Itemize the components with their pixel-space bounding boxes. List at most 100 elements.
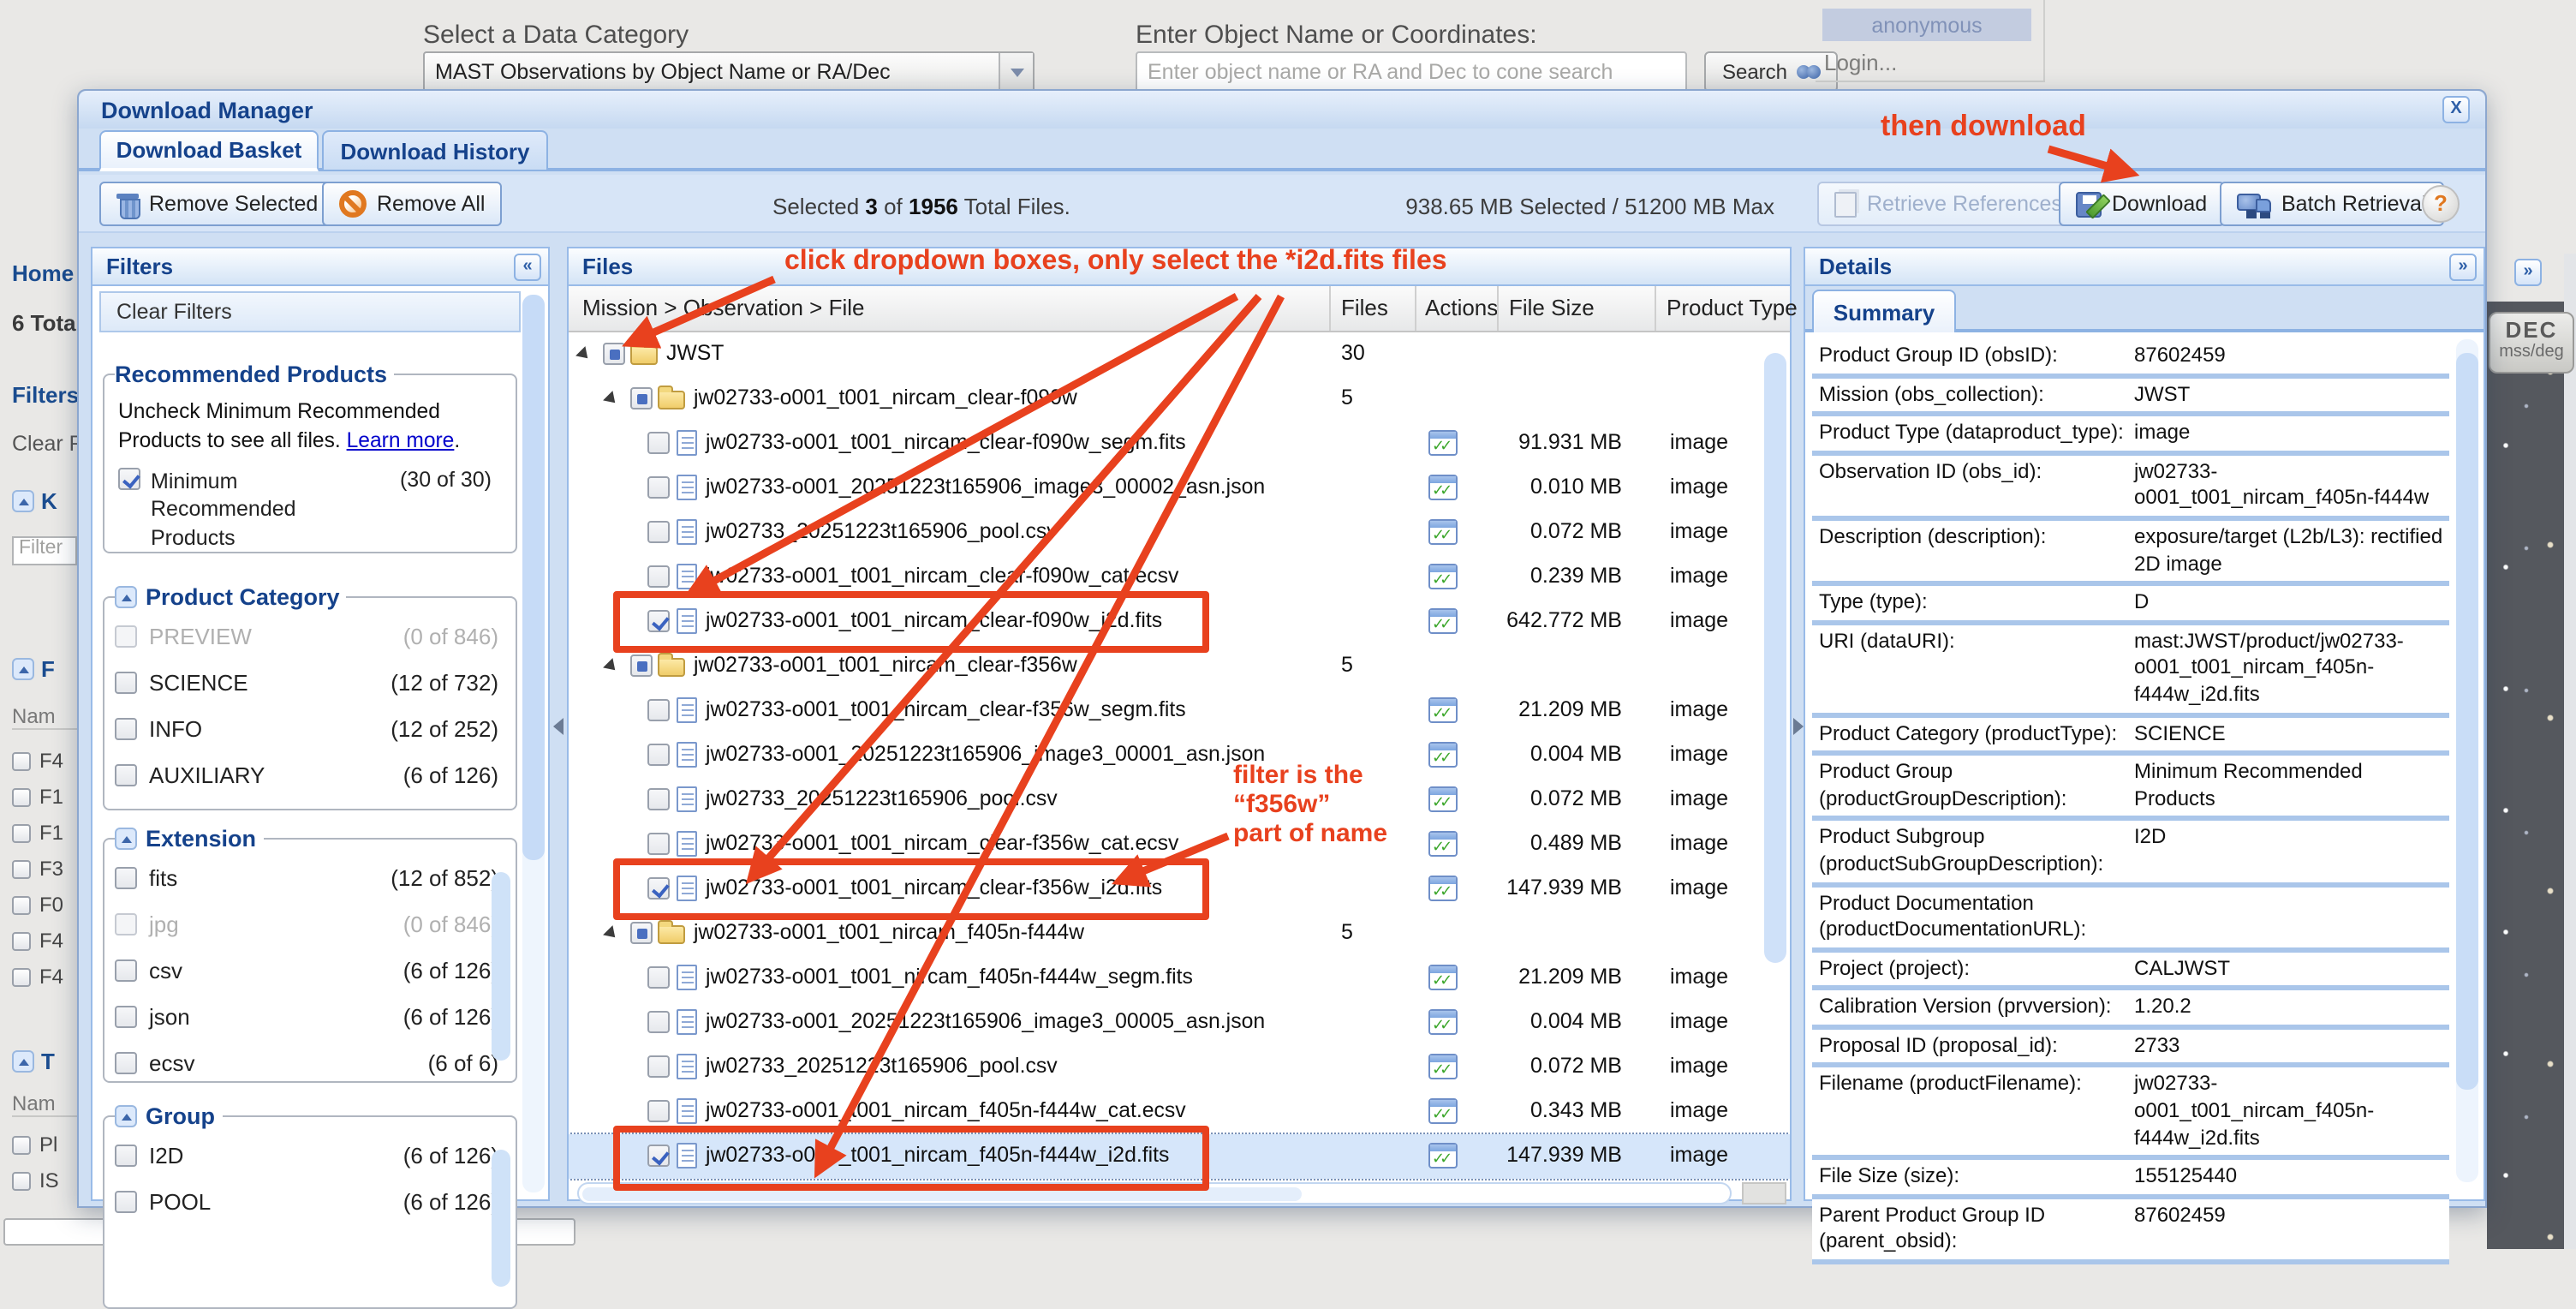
file-checkbox[interactable] — [647, 521, 670, 543]
file-row[interactable]: jw02733_20251223t165906_pool.csv0.072 MB… — [569, 778, 1790, 822]
remove-selected-button[interactable]: Remove Selected — [99, 182, 335, 226]
file-checkbox[interactable] — [647, 788, 670, 810]
collapse-toggle-icon[interactable] — [12, 490, 34, 512]
collapse-toggle-icon[interactable] — [12, 658, 34, 680]
file-checkbox[interactable] — [647, 476, 670, 499]
filter-item-json[interactable]: json(6 of 126) — [115, 994, 505, 1040]
file-checkbox[interactable] — [647, 432, 670, 454]
tab-download-basket[interactable]: Download Basket — [99, 130, 319, 171]
tree-group-row[interactable]: jw02733-o001_t001_nircam_clear-f090w5 — [569, 377, 1790, 421]
file-checkbox[interactable] — [647, 1055, 670, 1078]
clear-filters-button[interactable]: Clear Filters — [99, 291, 521, 332]
files-vertical-scrollbar[interactable] — [1764, 353, 1786, 963]
tri-state-checkbox[interactable] — [603, 343, 625, 365]
filter-item-jpg[interactable]: jpg(0 of 846) — [115, 901, 505, 947]
tri-state-checkbox[interactable] — [630, 922, 653, 944]
splitter-files-details[interactable] — [1792, 247, 1804, 1201]
background-item[interactable]: Home — [12, 260, 74, 286]
background-item[interactable]: F4 — [12, 929, 63, 953]
checkbox[interactable] — [12, 1135, 31, 1154]
file-row[interactable]: jw02733-o001_t001_nircam_clear-f090w_seg… — [569, 421, 1790, 466]
background-item[interactable]: F4 — [12, 965, 63, 989]
filter-item-i2d[interactable]: I2D(6 of 126) — [115, 1133, 505, 1179]
column-file-size[interactable]: File Size — [1509, 295, 1595, 320]
page-scrollbar[interactable] — [2564, 254, 2576, 1249]
file-checkbox[interactable] — [647, 565, 670, 588]
fieldset-scrollbar[interactable] — [492, 1150, 510, 1287]
checkbox[interactable] — [12, 931, 31, 950]
filter-item-preview[interactable]: PREVIEW(0 of 846) — [115, 613, 505, 660]
collapse-toggle-icon[interactable] — [115, 586, 137, 608]
collapse-right-icon[interactable]: » — [2449, 254, 2477, 281]
file-checkbox[interactable] — [647, 833, 670, 855]
collapse-toggle-icon[interactable] — [115, 828, 137, 850]
tri-state-checkbox[interactable] — [630, 654, 653, 677]
checkbox[interactable] — [12, 751, 31, 770]
collapse-toggle-icon[interactable] — [115, 1105, 137, 1127]
file-row[interactable]: jw02733-o001_t001_nircam_clear-f356w_seg… — [569, 689, 1790, 733]
remove-all-button[interactable]: Remove All — [322, 182, 502, 226]
checkbox[interactable] — [12, 787, 31, 806]
expand-arrow-icon[interactable] — [575, 346, 593, 363]
file-row[interactable]: jw02733-o001_20251223t165906_image3_0000… — [569, 466, 1790, 511]
dec-units-button[interactable]: DEC mss/deg — [2489, 312, 2574, 374]
expand-arrow-icon[interactable] — [603, 925, 620, 942]
column-files[interactable]: Files — [1341, 295, 1388, 320]
fieldset-scrollbar[interactable] — [492, 872, 510, 1061]
filter-item-auxiliary[interactable]: AUXILIARY(6 of 126) — [115, 752, 505, 798]
file-checkbox[interactable] — [647, 744, 670, 766]
filter-item-pool[interactable]: POOL(6 of 126) — [115, 1179, 505, 1225]
filters-scrollbar[interactable] — [522, 295, 545, 1192]
filter-item-ecsv[interactable]: ecsv(6 of 6) — [115, 1040, 505, 1083]
checkbox[interactable] — [115, 764, 137, 786]
background-item[interactable]: F1 — [12, 785, 63, 809]
tab-download-history[interactable]: Download History — [322, 130, 548, 171]
background-item[interactable]: IS — [12, 1169, 59, 1192]
checkbox[interactable] — [115, 1006, 137, 1028]
checkbox[interactable] — [115, 959, 137, 982]
checkbox[interactable] — [115, 1145, 137, 1167]
data-category-select[interactable]: MAST Observations by Object Name or RA/D… — [423, 51, 1035, 93]
checkbox[interactable] — [12, 967, 31, 986]
checkbox[interactable] — [12, 823, 31, 842]
filter-item-science[interactable]: SCIENCE(12 of 732) — [115, 660, 505, 706]
checkbox[interactable] — [115, 625, 137, 648]
column-product-type[interactable]: Product Type — [1667, 295, 1798, 320]
learn-more-link[interactable]: Learn more — [347, 427, 455, 451]
file-checkbox[interactable] — [647, 1100, 670, 1122]
checkbox[interactable] — [12, 859, 31, 878]
minimum-recommended-checkbox[interactable] — [118, 468, 140, 490]
filter-item-csv[interactable]: csv(6 of 126) — [115, 947, 505, 994]
column-actions[interactable]: Actions — [1425, 295, 1498, 320]
file-checkbox[interactable] — [647, 1011, 670, 1033]
tri-state-checkbox[interactable] — [630, 387, 653, 409]
collapse-toggle-icon[interactable] — [12, 1050, 34, 1073]
expand-arrow-icon[interactable] — [603, 658, 620, 675]
chevron-down-icon[interactable] — [999, 53, 1033, 91]
batch-retrieval-button[interactable]: Batch Retrieval — [2220, 182, 2444, 226]
files-column-header[interactable]: Mission > Observation > File Files Actio… — [569, 286, 1790, 332]
background-item[interactable]: Pl — [12, 1133, 57, 1157]
object-search-input[interactable] — [1136, 51, 1687, 93]
file-row[interactable]: jw02733-o001_20251223t165906_image3_0000… — [569, 1001, 1790, 1045]
background-item[interactable]: F4 — [12, 749, 63, 773]
checkbox[interactable] — [115, 718, 137, 740]
file-row[interactable]: jw02733-o001_t001_nircam_f405n-f444w_seg… — [569, 956, 1790, 1001]
expand-arrow-icon[interactable] — [603, 391, 620, 408]
checkbox[interactable] — [115, 672, 137, 694]
checkbox[interactable] — [12, 1171, 31, 1190]
close-icon[interactable]: X — [2442, 96, 2470, 123]
collapse-left-icon[interactable]: « — [514, 254, 541, 281]
background-item[interactable]: F0 — [12, 893, 63, 917]
file-row[interactable]: jw02733_20251223t165906_pool.csv0.072 MB… — [569, 511, 1790, 555]
retrieve-references-button[interactable]: Retrieve References — [1817, 182, 2079, 226]
file-row[interactable]: jw02733-o001_20251223t165906_image3_0000… — [569, 733, 1790, 778]
background-item[interactable]: F3 — [12, 857, 63, 881]
checkbox[interactable] — [115, 1191, 137, 1213]
filter-item-info[interactable]: INFO(12 of 252) — [115, 706, 505, 752]
expand-panel-button[interactable]: » — [2514, 259, 2542, 286]
dialog-titlebar[interactable]: Download Manager X — [79, 91, 2485, 129]
checkbox[interactable] — [115, 1052, 137, 1074]
checkbox[interactable] — [12, 895, 31, 914]
tab-summary[interactable]: Summary — [1812, 290, 1956, 332]
